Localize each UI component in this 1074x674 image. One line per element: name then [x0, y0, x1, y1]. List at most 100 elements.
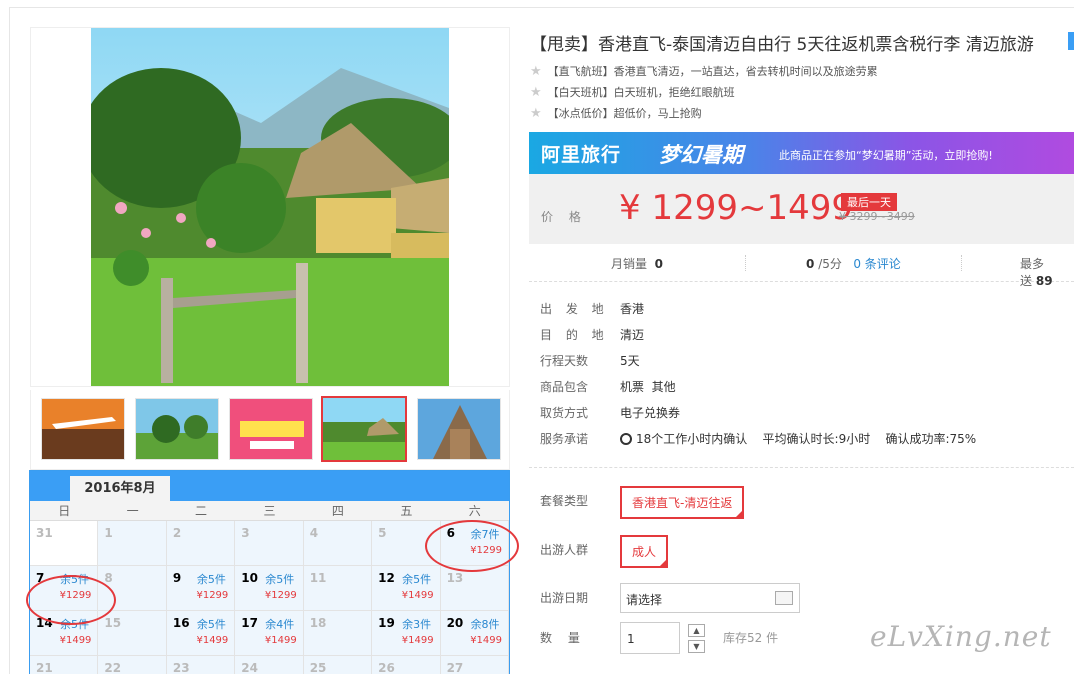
calendar-day-17[interactable]: 17 余4件 ¥1499: [235, 611, 304, 656]
attr-promise: 服务承诺 18个工作小时内确认 平均确认时长:9小时 确认成功率:75%: [540, 430, 1060, 447]
quantity-down-button[interactable]: ▼: [688, 640, 705, 653]
check-circle-icon: [620, 433, 632, 445]
reviews-link[interactable]: 0 条评论: [853, 257, 900, 271]
calendar-weekdays: 日 一 二 三 四 五 六: [30, 501, 509, 521]
thumbnail-5[interactable]: [417, 398, 501, 460]
day-price: ¥1299: [59, 590, 92, 601]
rating-suffix: /5分: [818, 257, 842, 271]
thumbnail-2[interactable]: [135, 398, 219, 460]
section-divider: [529, 467, 1074, 468]
travel-date-input[interactable]: 请选择: [620, 583, 800, 613]
calendar-day-6[interactable]: 6 余7件 ¥1299: [440, 521, 509, 566]
crowd-label: 出游人群: [540, 543, 589, 557]
day-number: 21: [36, 661, 53, 674]
thumbnail-3[interactable]: [229, 398, 313, 460]
calendar-day-16[interactable]: 16 余5件 ¥1499: [166, 611, 236, 656]
quantity-up-button[interactable]: ▲: [688, 624, 705, 637]
calendar-day-3: 3: [235, 521, 304, 566]
calendar-icon[interactable]: [775, 591, 793, 605]
calendar-day-25: 25: [303, 656, 373, 674]
day-number: 2: [172, 526, 182, 540]
promo-banner[interactable]: 阿里旅行 梦幻暑期 此商品正在参加“梦幻暑期”活动，立即抢购!: [529, 132, 1074, 174]
calendar-day-9[interactable]: 9 余5件 ¥1299: [166, 566, 236, 611]
attr-key: 目 的 地: [540, 328, 609, 342]
attr-key: 出 发 地: [540, 302, 609, 316]
attr-value: 18个工作小时内确认 平均确认时长:9小时 确认成功率:75%: [636, 432, 977, 446]
banner-text: 此商品正在参加“梦幻暑期”活动，立即抢购!: [779, 149, 993, 162]
day-price: ¥1299: [470, 545, 502, 556]
calendar-day-10[interactable]: 10 余5件 ¥1299: [235, 566, 304, 611]
product-title: 【甩卖】香港直飞-泰国清迈自由行 5天往返机票含税行李 清迈旅游: [530, 35, 1034, 55]
calendar-day-12[interactable]: 12 余5件 ¥1499: [372, 566, 441, 611]
rating: 0 /5分 0 条评论: [806, 255, 901, 272]
highlight-text: 【冰点低价】超低价，马上抢购: [547, 107, 702, 120]
calendar-day-31: 31: [30, 521, 99, 566]
day-number: 19: [378, 616, 395, 630]
attr-value: 5天: [620, 354, 640, 368]
day-number: 20: [446, 616, 464, 630]
weekday-tue: 二: [195, 504, 208, 518]
day-number: 3: [241, 526, 250, 540]
day-number: 11: [309, 571, 327, 585]
main-photo[interactable]: [91, 28, 449, 386]
day-number: 5: [378, 526, 387, 540]
calendar-day-22: 22: [98, 656, 167, 674]
main-photo-area: [30, 27, 510, 387]
day-number: 22: [104, 661, 122, 674]
monthly-sales: 月销量 0: [611, 255, 663, 272]
day-stock: 余5件: [402, 573, 432, 586]
star-icon: ★: [530, 85, 542, 100]
attr-value: 清迈: [620, 328, 645, 342]
day-number: 18: [309, 616, 327, 630]
calendar-day-5: 5: [372, 521, 441, 566]
calendar-day-8: 8: [98, 566, 167, 611]
attr-destination: 目 的 地清迈: [540, 326, 1060, 343]
original-price: ¥ 3299~3499: [839, 210, 915, 223]
day-number: 26: [378, 661, 395, 674]
weekday-thu: 四: [331, 504, 344, 518]
day-stock: 余8件: [470, 618, 500, 631]
day-number: 13: [446, 571, 464, 585]
day-stock: 余5件: [196, 618, 226, 631]
calendar-day-18: 18: [303, 611, 373, 656]
day-number: 31: [36, 526, 53, 540]
day-price: ¥1499: [401, 590, 434, 601]
quantity-input[interactable]: 1: [620, 622, 680, 654]
date-label: 出游日期: [540, 591, 589, 605]
max-send: 最多送 89: [1020, 255, 1074, 289]
attr-value: 香港: [620, 302, 645, 316]
calendar-day-24: 24: [235, 656, 304, 674]
day-number: 23: [172, 661, 190, 674]
day-number: 6: [446, 526, 455, 540]
calendar-month-tab[interactable]: 2016年8月: [70, 476, 170, 501]
availability-calendar: 2016年8月 日 一 二 三 四 五 六 31 1 2 3 4 5 6 余7件 ¥1299 7 余…: [29, 470, 510, 674]
package-option-button[interactable]: 香港直飞-清迈往返: [620, 486, 745, 519]
day-price: ¥1499: [59, 635, 92, 646]
attr-key: 取货方式: [540, 406, 589, 420]
price-label: 价 格: [541, 210, 587, 224]
day-price: ¥1299: [264, 590, 297, 601]
day-number: 9: [172, 571, 182, 585]
star-icon: ★: [530, 106, 542, 121]
thumbnail-1[interactable]: [41, 398, 125, 460]
day-number: 17: [241, 616, 258, 630]
attr-days: 行程天数 5天: [540, 352, 1060, 369]
watermark: eLvXing.net: [870, 620, 1052, 653]
sales-stats: 月销量 0 0 /5分 0 条评论 最多送 89: [529, 250, 1074, 288]
crowd-option-button[interactable]: 成人: [620, 535, 669, 568]
day-number: 24: [241, 661, 258, 674]
title-side-marker: [1068, 32, 1074, 50]
day-number: 12: [378, 571, 395, 585]
rating-value: 0: [806, 257, 815, 271]
attr-value: 电子兑换券: [620, 406, 681, 420]
package-label: 套餐类型: [540, 494, 589, 508]
weekday-mon: 一: [126, 504, 139, 518]
highlight-item-1: ★ 【直飞航班】香港直飞清迈，一站直达，省去转机时间以及旅途劳累: [530, 63, 878, 79]
calendar-day-7[interactable]: 7 余5件 ¥1299: [30, 566, 99, 611]
thumbnail-4-selected[interactable]: [321, 396, 407, 462]
calendar-day-19[interactable]: 19 余3件 ¥1499: [372, 611, 441, 656]
calendar-day-14[interactable]: 14 余5件 ¥1499: [30, 611, 99, 656]
calendar-day-13: 13: [440, 566, 509, 611]
quantity-label: 数 量: [540, 631, 586, 645]
calendar-day-20[interactable]: 20 余8件 ¥1499: [440, 611, 509, 656]
